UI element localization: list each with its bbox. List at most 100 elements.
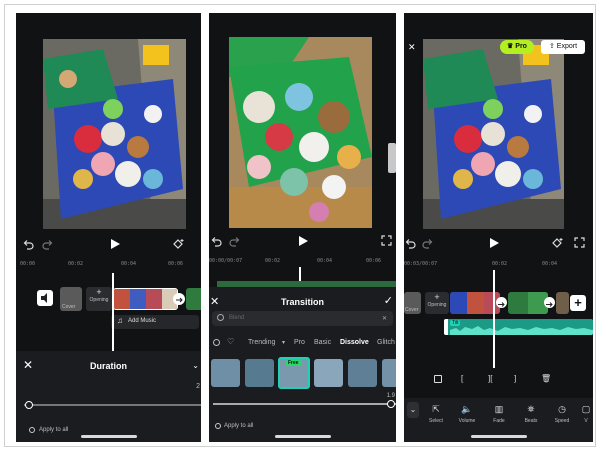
add-clip-button[interactable]: + [570, 295, 586, 311]
tool-fade[interactable]: ▥ Fade [488, 404, 510, 424]
opening-button[interactable]: + Opening [425, 292, 449, 314]
tab-glitch[interactable]: Glitch [377, 339, 395, 346]
audio-track[interactable]: Tilt [444, 319, 593, 335]
clear-search-icon[interactable]: ✕ [382, 315, 387, 322]
tab-trending[interactable]: Trending [248, 339, 275, 346]
export-button[interactable]: ⇪ Export [541, 40, 585, 54]
duration-value: 1.9 [386, 393, 395, 399]
video-clip-selected[interactable] [113, 288, 178, 310]
apply-all-checkbox[interactable] [215, 423, 221, 429]
clock-icon[interactable] [213, 339, 220, 346]
confirm-check-icon[interactable]: ✓ [384, 294, 393, 307]
tool-more-label: V [584, 418, 588, 424]
tab-dissolve[interactable]: Dissolve [340, 339, 369, 346]
home-indicator [274, 435, 331, 438]
cover-thumb[interactable]: Cover [404, 292, 421, 314]
fullscreen-icon[interactable] [381, 235, 392, 246]
transition-preset[interactable] [245, 359, 274, 387]
undo-icon[interactable] [22, 238, 34, 250]
sheet-title: Duration [90, 361, 127, 371]
redo-icon[interactable] [42, 238, 54, 250]
add-music-button[interactable]: ♫ Add Music [111, 315, 199, 329]
opening-button[interactable]: + Opening [86, 287, 112, 311]
duration-slider[interactable] [213, 400, 396, 408]
transition-icon[interactable] [173, 293, 185, 305]
audio-waveform [450, 326, 593, 335]
keyframe-icon[interactable] [551, 237, 564, 249]
timeline-ruler: 00:03/00:07 00:02 00:04 [404, 259, 593, 269]
redo-icon[interactable] [229, 235, 241, 247]
ruler-tick: 00:04 [317, 258, 333, 264]
tool-volume[interactable]: 🔈 Volume [456, 404, 478, 424]
tool-select-label: Select [429, 418, 443, 424]
opening-label: Opening [427, 302, 447, 308]
slider-track [24, 404, 201, 406]
collapse-chevron-icon[interactable]: ⌄ [407, 402, 419, 418]
transition-preset-selected[interactable]: Free [278, 357, 310, 389]
speaker-icon [41, 293, 47, 303]
tool-speed[interactable]: ◷ Speed [551, 404, 573, 424]
transition-preset[interactable] [348, 359, 377, 387]
undo-icon[interactable] [404, 237, 416, 249]
pro-button[interactable]: ♛ Pro [500, 40, 534, 54]
ruler-tick: 00:04 [121, 261, 137, 267]
transition-preset[interactable] [211, 359, 240, 387]
opening-label: Opening [89, 297, 109, 303]
duration-value: 2 [196, 383, 200, 390]
video-preview [43, 39, 186, 229]
fullscreen-icon[interactable] [574, 237, 585, 248]
video-clip[interactable] [186, 288, 201, 310]
play-icon[interactable] [488, 237, 500, 249]
keyframe-icon[interactable] [172, 238, 185, 250]
upload-icon: ⇪ [548, 43, 555, 50]
heart-icon[interactable]: ♡ [227, 337, 234, 346]
plus-icon: + [96, 287, 102, 297]
slider-knob[interactable] [387, 400, 395, 408]
video-clip[interactable] [508, 292, 548, 314]
split-left-icon[interactable]: [ [461, 374, 463, 383]
search-input[interactable]: Blend ✕ [212, 311, 393, 326]
ruler-tick: 00:02 [68, 261, 84, 267]
tool-fade-label: Fade [493, 418, 505, 424]
mute-audio-button[interactable] [37, 290, 53, 306]
undo-icon[interactable] [210, 235, 222, 247]
scroll-handle[interactable] [388, 143, 396, 173]
ruler-tick: 00:06 [168, 261, 184, 267]
playhead [112, 273, 114, 353]
audio-handle[interactable] [444, 319, 448, 335]
redo-icon[interactable] [422, 237, 434, 249]
tool-more[interactable]: ▢ V [580, 404, 592, 424]
video-preview [229, 37, 372, 228]
home-indicator [470, 435, 527, 438]
duration-slider[interactable] [24, 401, 201, 409]
copy-icon[interactable] [434, 375, 442, 383]
transition-preset[interactable] [382, 359, 396, 387]
plus-icon: + [434, 292, 440, 302]
tab-pro[interactable]: Pro [294, 339, 305, 346]
tool-beats[interactable]: ⛯ Beats [520, 404, 542, 424]
tool-select[interactable]: ⇱ Select [425, 404, 447, 424]
transition-preset[interactable] [314, 359, 343, 387]
speed-icon: ◷ [558, 404, 566, 414]
chevron-down-icon[interactable]: ⌄ [192, 361, 199, 370]
slider-knob[interactable] [25, 401, 33, 409]
play-icon[interactable] [297, 235, 309, 247]
video-clip[interactable] [556, 292, 569, 314]
pro-label: Pro [515, 43, 527, 50]
timeline-ruler: 00:00/00:07 00:02 00:04 00:06 [209, 256, 396, 266]
playhead [493, 270, 495, 368]
split-right-icon[interactable]: ] [514, 374, 516, 383]
clip-thumbnail [450, 292, 467, 314]
play-icon[interactable] [109, 238, 121, 250]
ruler-tick: 00:02 [265, 258, 281, 264]
delete-icon[interactable]: 🗑 [541, 374, 551, 383]
transition-icon[interactable] [496, 297, 507, 308]
transition-icon[interactable] [544, 297, 555, 308]
split-icon[interactable]: ][ [488, 374, 492, 383]
cover-thumb[interactable]: Cover [60, 287, 82, 311]
ruler-tick: 00:00/00:07 [209, 258, 243, 264]
apply-all-checkbox[interactable] [29, 427, 35, 433]
close-icon[interactable]: ✕ [408, 42, 416, 53]
tool-volume-label: Volume [458, 418, 476, 424]
tab-basic[interactable]: Basic [314, 339, 331, 346]
